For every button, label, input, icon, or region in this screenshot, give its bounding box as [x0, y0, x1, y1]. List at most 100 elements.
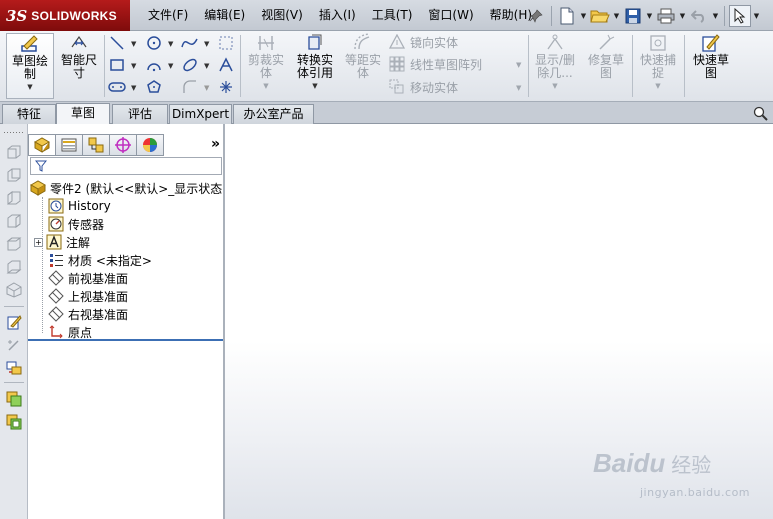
open-folder-icon[interactable]	[589, 5, 611, 27]
rectangle-tool-icon[interactable]	[108, 56, 126, 74]
tree-item-label: 材质 <未指定>	[68, 253, 152, 268]
point-tool-icon[interactable]	[217, 78, 235, 96]
display-delete-relations-button[interactable]: 显示/删除几... ▼	[532, 33, 578, 99]
view-toolbar	[0, 124, 28, 519]
arc-tool-icon[interactable]	[145, 56, 163, 74]
feature-tree-tab-icon[interactable]	[28, 134, 56, 156]
chevron-down-icon[interactable]: ▼	[27, 81, 32, 94]
tab-dimxpert[interactable]: DimXpert	[169, 104, 232, 124]
chevron-down-icon[interactable]: ▼	[516, 84, 521, 92]
bottom-view-icon[interactable]	[4, 257, 24, 277]
construction-geometry-icon[interactable]	[217, 34, 235, 52]
rollback-bar[interactable]	[28, 339, 223, 341]
configuration-manager-tab-icon[interactable]	[82, 134, 110, 156]
chevron-down-icon[interactable]: ▼	[168, 40, 173, 48]
slot-tool-icon[interactable]	[108, 78, 126, 96]
layer-icon[interactable]	[4, 389, 24, 409]
watermark-product: 经验	[671, 453, 712, 477]
tree-item-material[interactable]: 材质 <未指定>	[48, 251, 152, 269]
command-manager-tabs: 特征 草图 评估 DimXpert 办公室产品	[0, 102, 773, 125]
tree-item-front-plane[interactable]: 前视基准面	[48, 269, 128, 287]
trim-entities-button[interactable]: 剪裁实体 ▼	[244, 33, 288, 99]
smart-dimension-button[interactable]: 智能尺寸	[57, 33, 101, 99]
tab-sketch[interactable]: 草图	[56, 103, 110, 125]
menu-tools[interactable]: 工具(T)	[364, 0, 421, 31]
chevron-down-icon[interactable]: ▼	[752, 12, 761, 20]
chevron-down-icon[interactable]: ▼	[711, 12, 720, 20]
chevron-down-icon[interactable]: ▼	[204, 40, 209, 48]
offset-entities-button[interactable]: 等距实体	[342, 33, 384, 99]
property-manager-tab-icon[interactable]	[55, 134, 83, 156]
menu-file[interactable]: 文件(F)	[140, 0, 196, 31]
mirror-entities-button[interactable]: 镜向实体	[388, 32, 458, 52]
front-view-icon[interactable]	[4, 142, 24, 162]
ellipse-tool-icon[interactable]	[181, 56, 199, 74]
move-entities-button[interactable]: 移动实体	[388, 77, 458, 97]
fillet-tool-icon[interactable]	[181, 78, 199, 96]
chevron-down-icon[interactable]: ▼	[579, 12, 588, 20]
chevron-down-icon[interactable]: ▼	[516, 61, 521, 69]
feature-tree-filter[interactable]	[30, 157, 222, 175]
chevron-down-icon[interactable]: ▼	[131, 84, 136, 92]
back-view-icon[interactable]	[4, 165, 24, 185]
right-view-icon[interactable]	[4, 211, 24, 231]
line-tool-icon[interactable]	[108, 34, 126, 52]
linear-pattern-label: 线性草图阵列	[410, 57, 483, 72]
convert-entities-button[interactable]: 转换实体引用 ▼	[292, 33, 338, 99]
repair-sketch-icon[interactable]	[4, 335, 24, 355]
tree-item-sensors[interactable]: 传感器	[48, 215, 104, 233]
toolbar-divider	[104, 35, 105, 97]
text-tool-icon[interactable]	[217, 56, 235, 74]
save-icon[interactable]	[622, 5, 644, 27]
polygon-tool-icon[interactable]	[145, 78, 163, 96]
chevron-down-icon[interactable]: ▼	[204, 62, 209, 70]
expand-panel-icon[interactable]: »	[211, 136, 220, 152]
left-view-icon[interactable]	[4, 188, 24, 208]
menu-edit[interactable]: 编辑(E)	[196, 0, 253, 31]
chevron-down-icon[interactable]: ▼	[263, 80, 268, 93]
tree-item-right-plane[interactable]: 右视基准面	[48, 305, 128, 323]
tab-features[interactable]: 特征	[2, 104, 56, 124]
chevron-down-icon[interactable]: ▼	[655, 80, 660, 93]
chevron-down-icon[interactable]: ▼	[312, 80, 317, 93]
isometric-view-icon[interactable]	[4, 280, 24, 300]
layer-stack-icon[interactable]	[4, 412, 24, 432]
chevron-down-icon[interactable]: ▼	[645, 12, 654, 20]
menu-window[interactable]: 窗口(W)	[420, 0, 481, 31]
menu-view[interactable]: 视图(V)	[253, 0, 311, 31]
chevron-down-icon[interactable]: ▼	[204, 84, 209, 92]
linear-pattern-button[interactable]: 线性草图阵列	[388, 54, 482, 74]
tab-evaluate[interactable]: 评估	[112, 104, 168, 124]
dimxpert-manager-tab-icon[interactable]	[109, 134, 137, 156]
sketch-button[interactable]: 草图绘制 ▼	[6, 33, 54, 99]
chevron-down-icon[interactable]: ▼	[168, 62, 173, 70]
repair-sketch-button[interactable]: 修复草图	[584, 33, 628, 99]
move-sketch-icon[interactable]	[4, 358, 24, 378]
print-icon[interactable]	[655, 5, 677, 27]
tree-root-part[interactable]: 零件2 (默认<<默认>_显示状态	[30, 179, 222, 197]
chevron-down-icon[interactable]: ▼	[552, 80, 557, 93]
chevron-down-icon[interactable]: ▼	[131, 40, 136, 48]
circle-tool-icon[interactable]	[145, 34, 163, 52]
spline-tool-icon[interactable]	[181, 34, 199, 52]
menu-insert[interactable]: 插入(I)	[311, 0, 364, 31]
select-cursor-icon[interactable]	[729, 4, 751, 27]
chevron-down-icon[interactable]: ▼	[678, 12, 687, 20]
mirror-label: 镜向实体	[410, 35, 459, 50]
sketch-edit-icon[interactable]	[4, 312, 24, 332]
zoom-view-icon[interactable]	[753, 106, 769, 125]
rapid-sketch-button[interactable]: 快速草图	[688, 33, 734, 99]
chevron-down-icon[interactable]: ▼	[612, 12, 621, 20]
top-view-icon[interactable]	[4, 234, 24, 254]
tree-item-history[interactable]: History	[48, 197, 111, 215]
tree-item-top-plane[interactable]: 上视基准面	[48, 287, 128, 305]
display-manager-tab-icon[interactable]	[136, 134, 164, 156]
pin-icon[interactable]	[525, 5, 547, 27]
tab-office-products[interactable]: 办公室产品	[233, 104, 314, 124]
new-document-icon[interactable]	[556, 5, 578, 27]
app-logo[interactable]: 3S SOLIDWORKS	[0, 0, 130, 31]
quick-snaps-button[interactable]: 快速捕捉 ▼	[636, 33, 680, 99]
chevron-down-icon[interactable]: ▼	[131, 62, 136, 70]
undo-icon[interactable]	[688, 5, 710, 27]
trim-label: 剪裁实体	[247, 53, 284, 80]
